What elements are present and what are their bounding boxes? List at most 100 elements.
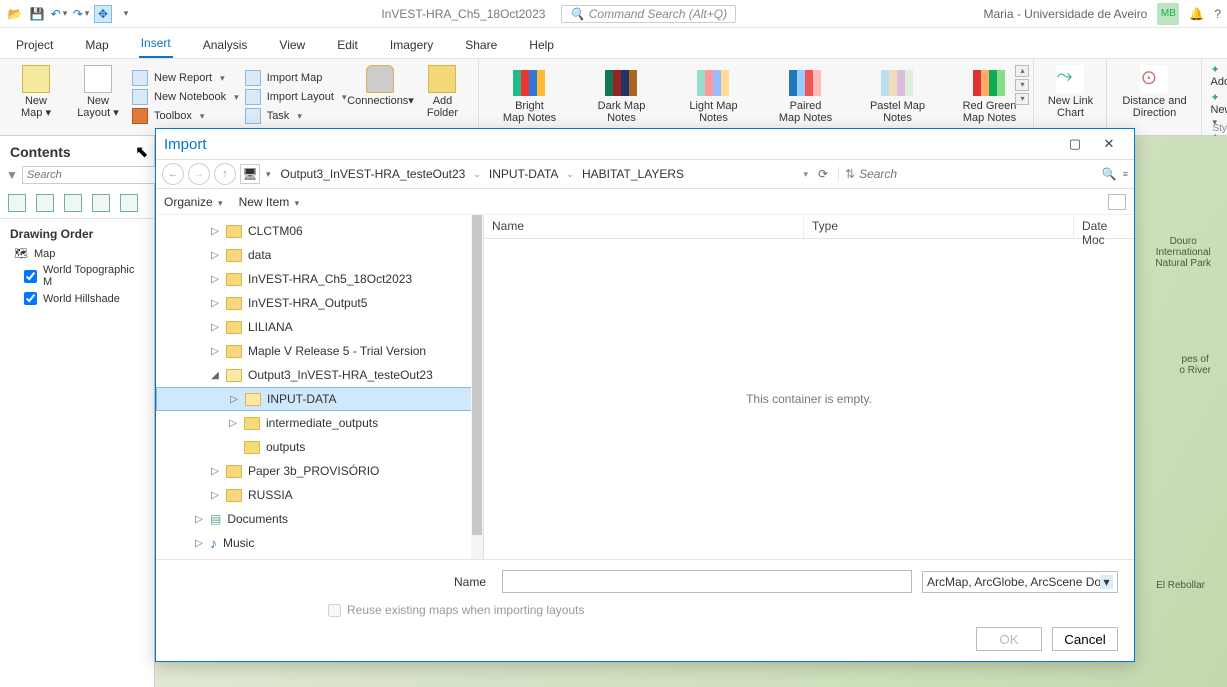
list-by-editing-icon[interactable] <box>92 194 110 212</box>
expand-icon[interactable]: ▷ <box>210 298 220 309</box>
location-icon[interactable]: 🖥 <box>240 164 260 184</box>
menu-analysis[interactable]: Analysis <box>201 34 250 58</box>
help-icon[interactable]: ? <box>1214 7 1221 21</box>
save-icon[interactable]: 💾 <box>28 5 46 23</box>
cancel-button[interactable]: Cancel <box>1052 627 1118 651</box>
gallery-down-icon[interactable]: ▾ <box>1015 79 1029 91</box>
menu-edit[interactable]: Edit <box>335 34 360 58</box>
new-notebook-button[interactable]: New Notebook▾ <box>132 89 239 105</box>
layer-hillshade-checkbox[interactable] <box>24 292 37 305</box>
layer-hillshade[interactable]: World Hillshade <box>0 290 154 307</box>
menu-map[interactable]: Map <box>83 34 110 58</box>
paired-mapnotes-button[interactable]: PairedMap Notes <box>769 70 841 124</box>
col-date[interactable]: Date Moc <box>1074 215 1134 238</box>
new-map-button[interactable]: NewMap ▾ <box>8 63 64 131</box>
tree-item[interactable]: outputs <box>156 435 483 459</box>
expand-icon[interactable]: ▷ <box>210 322 220 333</box>
new-item-menu[interactable]: New Item ▾ <box>239 195 300 209</box>
menu-imagery[interactable]: Imagery <box>388 34 435 58</box>
list-by-source-icon[interactable] <box>36 194 54 212</box>
gallery-scroll[interactable]: ▴ ▾ ▾ <box>1015 65 1029 105</box>
breadcrumb-seg-2[interactable]: INPUT-DATA <box>487 165 561 183</box>
menu-share[interactable]: Share <box>463 34 499 58</box>
col-type[interactable]: Type <box>804 215 1074 238</box>
breadcrumb-seg-1[interactable]: Output3_InVEST-HRA_testeOut23 <box>279 165 468 183</box>
tree-item[interactable]: ▷▤Documents <box>156 507 483 531</box>
tree-item[interactable]: ◢Output3_InVEST-HRA_testeOut23 <box>156 363 483 387</box>
new-report-button[interactable]: New Report▾ <box>132 70 239 86</box>
dark-mapnotes-button[interactable]: Dark MapNotes <box>585 70 657 124</box>
redo-icon[interactable]: ↷▾ <box>72 5 90 23</box>
tree-item[interactable]: ▷Maple V Release 5 - Trial Version <box>156 339 483 363</box>
tree-scrollbar[interactable] <box>471 215 483 559</box>
expand-icon[interactable]: ▷ <box>210 250 220 261</box>
dialog-close-button[interactable]: ✕ <box>1092 132 1126 156</box>
command-search[interactable]: 🔍 Command Search (Alt+Q) <box>561 5 736 23</box>
qat-dropdown-icon[interactable]: ▾ <box>116 5 134 23</box>
import-map-button[interactable]: Import Map <box>245 70 347 86</box>
new-layout-button[interactable]: NewLayout ▾ <box>70 63 126 131</box>
breadcrumb-dropdown-icon[interactable]: ▾ <box>803 169 808 180</box>
expand-icon[interactable]: ▷ <box>194 538 204 549</box>
nav-forward-button[interactable]: → <box>188 163 210 185</box>
chevron-icon[interactable]: ⌄ <box>473 169 481 180</box>
bright-mapnotes-button[interactable]: BrightMap Notes <box>493 70 565 124</box>
new-link-chart-button[interactable]: ⤳New LinkChart <box>1042 63 1098 131</box>
expand-icon[interactable]: ◢ <box>210 370 220 381</box>
tree-item[interactable]: ▷RUSSIA <box>156 483 483 507</box>
user-label[interactable]: Maria - Universidade de Aveiro <box>984 7 1148 21</box>
expand-icon[interactable]: ▷ <box>210 490 220 501</box>
layer-topographic-checkbox[interactable] <box>24 270 37 283</box>
organize-menu[interactable]: Organize ▾ <box>164 195 223 209</box>
folder-tree[interactable]: ▷CLCTM06▷data▷InVEST-HRA_Ch5_18Oct2023▷I… <box>156 215 484 559</box>
tree-item[interactable]: ▷INPUT-DATA <box>156 387 483 411</box>
connections-button[interactable]: Connections▾ <box>352 63 408 131</box>
filter-icon[interactable]: ▼ <box>6 168 18 182</box>
list-by-selection-icon[interactable] <box>64 194 82 212</box>
gallery-up-icon[interactable]: ▴ <box>1015 65 1029 77</box>
menu-view[interactable]: View <box>277 34 307 58</box>
expand-icon[interactable]: ▷ <box>210 346 220 357</box>
name-input[interactable] <box>502 570 912 593</box>
layer-topographic[interactable]: World Topographic M <box>0 262 154 290</box>
menu-help[interactable]: Help <box>527 34 556 58</box>
nav-up-button[interactable]: ↑ <box>214 163 236 185</box>
chevron-icon[interactable]: ⌄ <box>566 169 574 180</box>
light-mapnotes-button[interactable]: Light MapNotes <box>677 70 749 124</box>
pastel-mapnotes-button[interactable]: Pastel MapNotes <box>861 70 933 124</box>
tree-item[interactable]: ▷CLCTM06 <box>156 219 483 243</box>
tree-item[interactable]: ▷♪Music <box>156 531 483 555</box>
refresh-button[interactable]: ⟳ <box>812 163 834 185</box>
notifications-icon[interactable]: 🔔 <box>1189 7 1204 21</box>
ok-button[interactable]: OK <box>976 627 1042 651</box>
add-style-button[interactable]: ✦ Add ▾ <box>1210 63 1227 88</box>
menu-project[interactable]: Project <box>14 34 55 58</box>
tree-item[interactable]: ▷InVEST-HRA_Output5 <box>156 291 483 315</box>
expand-icon[interactable]: ▷ <box>210 274 220 285</box>
expand-icon[interactable]: ▷ <box>210 226 220 237</box>
expand-icon[interactable]: ▷ <box>228 418 238 429</box>
list-by-drawing-icon[interactable] <box>8 194 26 212</box>
tree-item[interactable]: ▷Paper 3b_PROVISÓRIO <box>156 459 483 483</box>
gallery-expand-icon[interactable]: ▾ <box>1015 93 1029 105</box>
dialog-maximize-button[interactable]: ▢ <box>1058 132 1092 156</box>
toolbox-button[interactable]: Toolbox▾ <box>132 108 239 124</box>
sort-icon[interactable]: ⇅ <box>845 167 855 181</box>
user-avatar[interactable]: MB <box>1157 3 1179 25</box>
undo-icon[interactable]: ↶▾ <box>50 5 68 23</box>
filetype-dropdown[interactable]: ArcMap, ArcGlobe, ArcScene Docu ▾ <box>922 571 1118 593</box>
menu-insert[interactable]: Insert <box>139 32 173 58</box>
open-icon[interactable]: 📂 <box>6 5 24 23</box>
col-name[interactable]: Name <box>484 215 804 238</box>
add-folder-button[interactable]: AddFolder <box>414 63 470 131</box>
tree-item[interactable]: ▷data <box>156 243 483 267</box>
tree-item[interactable]: ▷LILIANA <box>156 315 483 339</box>
explore-tool-icon[interactable]: ✥ <box>94 5 112 23</box>
nav-back-button[interactable]: ← <box>162 163 184 185</box>
expand-icon[interactable]: ▷ <box>194 514 204 525</box>
dialog-search-input[interactable] <box>859 167 1098 181</box>
search-icon[interactable]: 🔍 <box>1102 167 1117 181</box>
expand-icon[interactable]: ▷ <box>229 394 239 405</box>
distance-direction-button[interactable]: ⊙Distance andDirection <box>1115 63 1193 131</box>
breadcrumb-seg-3[interactable]: HABITAT_LAYERS <box>580 165 686 183</box>
